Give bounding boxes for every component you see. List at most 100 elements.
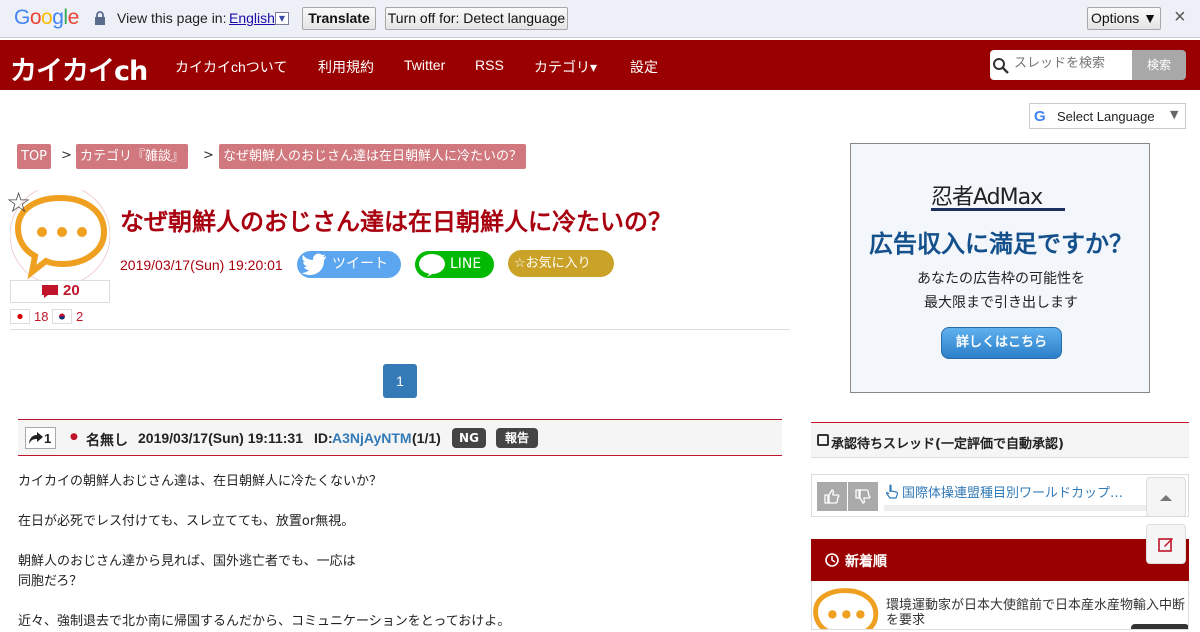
- ng-button[interactable]: NG: [452, 428, 486, 448]
- nav-item-about[interactable]: カイカイchついて: [175, 57, 287, 77]
- newest-title: 新着順: [845, 554, 887, 570]
- nav-item-category[interactable]: カテゴリ▾: [534, 57, 597, 77]
- pointing-hand-icon: [885, 484, 899, 499]
- reply-button[interactable]: 1: [25, 427, 56, 449]
- comment-icon: [42, 285, 58, 298]
- site-navbar: カイカイch カイカイchついて 利用規約 Twitter RSS カテゴリ▾ …: [0, 40, 1200, 90]
- post-line: 同胞だろ？: [18, 574, 83, 589]
- search-icon: [993, 58, 1009, 74]
- chevron-up-icon: [1160, 495, 1172, 501]
- google-logo: Google: [14, 6, 79, 29]
- post-line: [18, 492, 778, 512]
- line-label: LINE: [450, 256, 482, 272]
- line-share-button[interactable]: LINE: [415, 251, 494, 278]
- post-line: 朝鮮人のおじさん達から見れば、国外逃亡者でも、一応は: [18, 554, 356, 569]
- post-author: 名無し: [86, 432, 128, 448]
- post-id-count: (1/1): [412, 430, 441, 446]
- line-icon: [419, 254, 445, 277]
- pending-threads-title: 承認待ちスレッド(一定評価で自動承認): [831, 437, 1064, 452]
- chevron-down-icon: ▼: [1170, 108, 1179, 121]
- translate-bar: Google View this page in: English ▼ Tran…: [0, 0, 1200, 38]
- select-language-label: Select Language: [1057, 109, 1155, 124]
- post-line: 在日が必死でレス付けても、スレ立てても、放置or無視。: [18, 514, 355, 529]
- close-icon[interactable]: ×: [1174, 6, 1186, 29]
- post-header: 1 ● 名無し 2019/03/17(Sun) 19:11:31 ID: A3N…: [18, 419, 782, 456]
- korea-flag-icon: [52, 309, 72, 324]
- post-line: [18, 532, 778, 552]
- site-logo[interactable]: カイカイch: [10, 49, 148, 88]
- status-dot-icon: ●: [70, 432, 78, 442]
- pending-thread-link[interactable]: 国際体操連盟種目別ワールドカップ…: [902, 482, 1142, 501]
- post-line: カイカイの朝鮮人おじさん達は、在日朝鮮人に冷たくないか？: [18, 474, 383, 489]
- ad-cta-button[interactable]: 詳しくはこちら: [941, 327, 1062, 359]
- tweet-label: ツイート: [332, 256, 388, 272]
- post-line: [18, 592, 778, 612]
- pending-thread-item: 国際体操連盟種目別ワールドカップ…: [811, 474, 1189, 517]
- options-button[interactable]: Options ▼: [1087, 7, 1161, 30]
- translate-prompt: View this page in:: [117, 10, 227, 26]
- turn-off-button[interactable]: Turn off for: Detect language: [385, 7, 568, 30]
- newest-header: 新着順: [811, 539, 1189, 581]
- comment-count: 20: [10, 280, 110, 303]
- thumbs-down-icon: [855, 489, 871, 504]
- edit-icon: [1158, 538, 1173, 552]
- breadcrumb-separator: >: [203, 148, 214, 163]
- tweet-button[interactable]: ツイート: [297, 251, 401, 278]
- chat-bubble-icon: [813, 588, 879, 629]
- favorite-button[interactable]: ☆お気に入り: [508, 250, 614, 277]
- jp-count: 18: [34, 309, 49, 324]
- ad-subtext-2: 最大限まで引き出します: [924, 295, 1078, 311]
- search-box: [990, 50, 1132, 80]
- thumbs-up-button[interactable]: [817, 482, 847, 511]
- thumbs-down-button[interactable]: [848, 482, 878, 511]
- nav-item-settings[interactable]: 設定: [630, 57, 658, 77]
- ad-subtext-1: あなたの広告枠の可能性を: [917, 271, 1085, 287]
- language-dropdown-icon[interactable]: ▼: [275, 12, 289, 25]
- twitter-bird-icon: [301, 253, 326, 275]
- page-title: なぜ朝鮮人のおじさん達は在日朝鮮人に冷たいの？: [120, 208, 672, 236]
- checkbox-icon: [817, 434, 829, 446]
- translate-button[interactable]: Translate: [302, 7, 376, 30]
- thumbs-up-icon: [824, 489, 840, 504]
- breadcrumb-thread[interactable]: なぜ朝鮮人のおじさん達は在日朝鮮人に冷たいの？: [219, 144, 527, 169]
- share-arrow-icon: [29, 432, 43, 444]
- nav-item-terms[interactable]: 利用規約: [318, 57, 374, 77]
- breadcrumb-category[interactable]: カテゴリ『雑談』: [76, 144, 189, 169]
- newest-thread-item[interactable]: 環境運動家が日本大使館前で日本産水産物輸入中断を要求: [811, 581, 1189, 630]
- post-body: カイカイの朝鮮人おじさん達は、在日朝鮮人に冷たくないか？ 在日が必死でレス付けて…: [18, 472, 778, 632]
- nav-item-twitter[interactable]: Twitter: [404, 57, 445, 73]
- clock-icon: [825, 553, 839, 567]
- select-language-dropdown[interactable]: G Select Language ▼: [1029, 103, 1186, 129]
- post-number: 1: [44, 431, 52, 446]
- pending-threads-header: 承認待ちスレッド(一定評価で自動承認): [811, 422, 1189, 458]
- post-id[interactable]: A3NjAyNTM: [332, 430, 412, 446]
- lock-icon: [95, 11, 105, 25]
- breadcrumb-top[interactable]: TOP: [17, 144, 52, 169]
- ad-logo-underline: [931, 208, 1065, 211]
- divider: [10, 329, 790, 330]
- ad-headline: 広告収入に満足ですか？: [869, 230, 1133, 258]
- ad-banner[interactable]: 忍者AdMax 広告収入に満足ですか？ あなたの広告枠の可能性を 最大限まで引き…: [850, 143, 1150, 393]
- language-link[interactable]: English: [229, 10, 275, 26]
- thread-date: 2019/03/17(Sun) 19:20:01: [120, 257, 283, 273]
- search-input[interactable]: [1014, 56, 1129, 71]
- new-thread-button[interactable]: [1146, 524, 1186, 564]
- ad-logo: 忍者AdMax: [931, 185, 1043, 210]
- google-g-icon: G: [1034, 108, 1046, 125]
- post-line: 近々、強制退去で北か南に帰国するんだから、コミュニケーションをとっておけよ。: [18, 614, 511, 629]
- post-datetime: 2019/03/17(Sun) 19:11:31: [138, 430, 303, 446]
- report-button[interactable]: 報告: [496, 428, 538, 448]
- scroll-top-button[interactable]: [1146, 477, 1186, 517]
- kr-count: 2: [76, 309, 84, 324]
- post-id-label: ID:: [314, 430, 333, 446]
- approval-progress-bar: [884, 505, 1159, 511]
- time-badge: [1131, 624, 1188, 629]
- search-button[interactable]: 検索: [1132, 50, 1186, 80]
- breadcrumb-separator: >: [61, 148, 72, 163]
- favorite-label: ☆お気に入り: [514, 256, 591, 271]
- pagination-page-1[interactable]: 1: [383, 364, 417, 398]
- japan-flag-icon: [10, 309, 30, 324]
- comment-count-value: 20: [63, 282, 80, 299]
- nav-item-rss[interactable]: RSS: [475, 57, 504, 73]
- star-icon[interactable]: ☆: [6, 186, 31, 219]
